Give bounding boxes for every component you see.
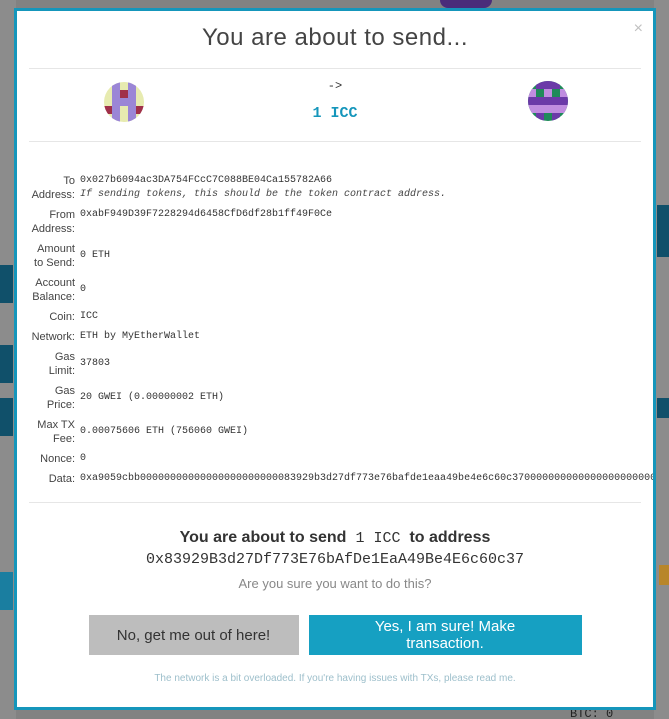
confirm-prefix: You are about to send [179, 529, 347, 546]
to-address-hint: If sending tokens, this should be the to… [80, 189, 447, 200]
balance-value: 0 [80, 284, 87, 295]
to-address-value: 0x027b6094ac3DA754FCcC7C088BE04Ca155782A… [80, 175, 333, 186]
detail-label-line: Address: [31, 223, 75, 235]
background-right-panel [654, 0, 669, 719]
detail-label: To Address: [17, 174, 75, 202]
identicon-cell [528, 105, 536, 113]
identicon-cell [536, 97, 544, 105]
confirm-buttons: No, get me out of here! Yes, I am sure! … [17, 615, 653, 655]
nonce-value: 0 [80, 453, 87, 464]
background-block [0, 345, 13, 383]
background-block [657, 205, 669, 257]
background-block [657, 398, 669, 418]
confirm-amount: 1 ICC [346, 530, 410, 547]
detail-label: Account Balance: [17, 276, 75, 304]
detail-row-coin: Coin: ICC [17, 310, 653, 324]
detail-label-line: Limit: [48, 365, 75, 377]
confirm-section: You are about to send 1 ICC to address 0… [17, 503, 653, 684]
identicon-cell [536, 81, 544, 89]
confirm-question: Are you sure you want to do this? [238, 576, 432, 591]
identicon-cell [536, 105, 544, 113]
identicon-cell [544, 97, 552, 105]
detail-row-amount: Amount to Send: 0 ETH [17, 242, 653, 270]
identicon-cell [560, 97, 568, 105]
network-overloaded-link[interactable]: The network is a bit overloaded. If you'… [154, 673, 515, 684]
to-identicon-icon [528, 81, 568, 121]
modal-title: You are about to send... [202, 24, 468, 51]
identicon-cell [528, 89, 536, 97]
confirm-transaction-button[interactable]: Yes, I am sure! Make transaction. [308, 615, 582, 655]
detail-label: Max TX Fee: [17, 418, 75, 446]
detail-label-line: Gas [54, 351, 75, 363]
detail-label-line: Fee: [52, 433, 75, 445]
detail-row-from: From Address: 0xabF949D39F7228294d6458Cf… [17, 208, 653, 236]
gas-limit-value: 37803 [80, 358, 111, 369]
detail-label-line: Address: [31, 189, 75, 201]
identicon-cell [560, 105, 568, 113]
network-value: ETH by MyEtherWallet [80, 331, 201, 342]
confirm-summary: You are about to send 1 ICC to address [17, 529, 653, 547]
amount-value: 0 ETH [80, 250, 111, 261]
detail-label: Gas Limit: [17, 350, 75, 378]
identicon-cell [552, 81, 560, 89]
identicon-cell [560, 89, 568, 97]
data-label: Data: [48, 473, 75, 485]
address-summary-row: -> 1 ICC [17, 69, 653, 141]
background-block [0, 398, 13, 436]
detail-row-to: To Address: 0x027b6094ac3DA754FCcC7C088B… [17, 174, 653, 202]
background-block [0, 572, 13, 610]
coin-label: Coin: [49, 311, 75, 323]
identicon-cell [552, 105, 560, 113]
identicon-cell [552, 97, 560, 105]
transaction-details: To Address: 0x027b6094ac3DA754FCcC7C088B… [17, 142, 653, 486]
detail-label-line: To [63, 175, 75, 187]
background-block [0, 265, 13, 303]
network-label: Network: [31, 331, 75, 343]
close-icon[interactable]: × [634, 21, 643, 37]
network-overloaded-note: The network is a bit overloaded. If you'… [17, 673, 653, 684]
detail-row-balance: Account Balance: 0 [17, 276, 653, 304]
identicon-cell [552, 113, 560, 121]
detail-label: From Address: [17, 208, 75, 236]
detail-label-line: Max TX [37, 419, 75, 431]
detail-label: Gas Price: [17, 384, 75, 412]
detail-row-gas-limit: Gas Limit: 37803 [17, 350, 653, 378]
detail-label-line: to Send: [34, 257, 75, 269]
detail-row-max-fee: Max TX Fee: 0.00075606 ETH (756060 GWEI) [17, 418, 653, 446]
from-address-value: 0xabF949D39F7228294d6458CfD6df28b1ff49F0… [80, 209, 333, 220]
detail-label-line: Amount [37, 243, 75, 255]
identicon-cell [544, 81, 552, 89]
confirm-suffix: to address [409, 529, 491, 546]
cancel-button[interactable]: No, get me out of here! [88, 615, 299, 655]
detail-row-gas-price: Gas Price: 20 GWEI (0.00000002 ETH) [17, 384, 653, 412]
detail-value: 0x027b6094ac3DA754FCcC7C088BE04Ca155782A… [75, 174, 446, 202]
max-fee-value: 0.00075606 ETH (756060 GWEI) [80, 426, 249, 437]
detail-row-nonce: Nonce: 0 [17, 452, 653, 466]
identicon-cell [544, 105, 552, 113]
detail-label-line: Account [35, 277, 75, 289]
gas-price-value: 20 GWEI (0.00000002 ETH) [80, 392, 225, 403]
detail-row-network: Network: ETH by MyEtherWallet [17, 330, 653, 344]
detail-label: Amount to Send: [17, 242, 75, 270]
detail-label-line: Price: [46, 399, 75, 411]
send-transaction-modal: × You are about to send... -> 1 ICC To A… [14, 8, 656, 710]
coin-value: ICC [80, 311, 99, 322]
detail-label-line: From [49, 209, 75, 221]
data-value: 0xa9059cbb00000000000000000000000083929b… [80, 473, 656, 484]
background-identicon-peek [440, 0, 492, 8]
detail-label-line: Balance: [32, 291, 75, 303]
confirm-address: 0x83929B3d27Df773E76bAfDe1EaA49Be4E6c60c… [145, 551, 525, 568]
identicon-cell [544, 89, 552, 97]
identicon-cell [536, 113, 544, 121]
detail-label-line: Gas [54, 385, 75, 397]
nonce-label: Nonce: [40, 453, 75, 465]
identicon-cell [528, 97, 536, 105]
detail-row-data: Data: 0xa9059cbb000000000000000000000000… [17, 472, 653, 486]
background-block [659, 565, 669, 585]
